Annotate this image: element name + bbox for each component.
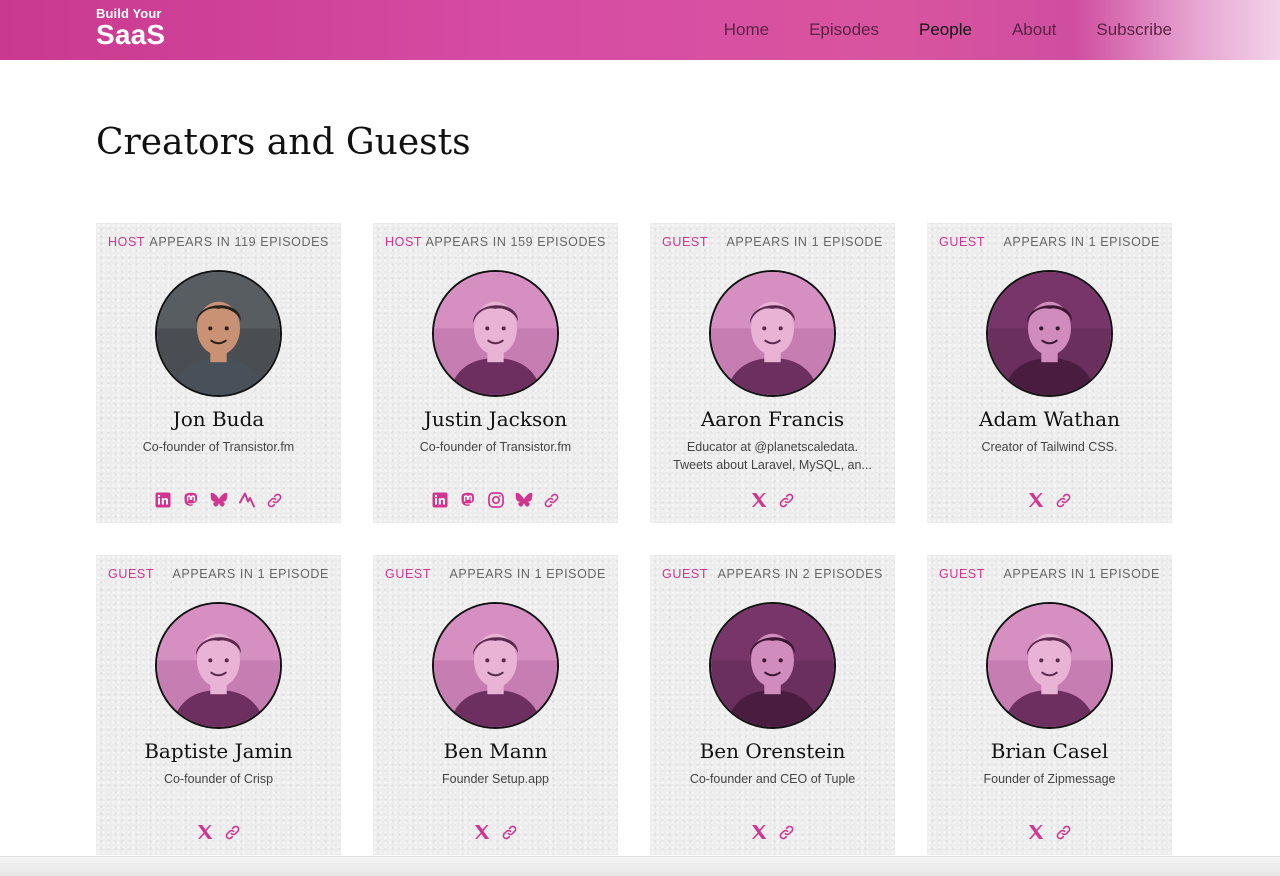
activity-icon[interactable]: [238, 491, 256, 509]
social-links: [96, 823, 341, 841]
person-card[interactable]: GUEST APPEARS IN 1 EPISODE Adam Wathan Crea…: [927, 223, 1172, 523]
x-icon[interactable]: [1027, 491, 1045, 509]
avatar[interactable]: [155, 602, 282, 729]
person-bio: Co-founder and CEO of Tuple: [689, 772, 856, 786]
person-card[interactable]: GUEST APPEARS IN 1 EPISODE Aaron Francis Ed…: [650, 223, 895, 523]
instagram-icon[interactable]: [487, 491, 505, 509]
card-meta: GUEST APPEARS IN 1 EPISODE: [939, 235, 1160, 249]
episode-count: APPEARS IN 1 EPISODE: [1003, 235, 1160, 249]
x-icon[interactable]: [196, 823, 214, 841]
avatar[interactable]: [432, 602, 559, 729]
nav-home[interactable]: Home: [724, 20, 769, 40]
main-nav: Home Episodes People About Subscribe: [724, 0, 1172, 60]
social-links: [96, 491, 341, 509]
person-bio: Co-founder of Crisp: [163, 772, 274, 786]
person-name[interactable]: Justin Jackson: [373, 407, 618, 431]
person-name[interactable]: Aaron Francis: [650, 407, 895, 431]
social-links: [373, 491, 618, 509]
role-badge: GUEST: [385, 567, 432, 581]
episode-count: APPEARS IN 1 EPISODE: [726, 235, 883, 249]
person-card[interactable]: GUEST APPEARS IN 2 EPISODES Ben Orenstein C…: [650, 555, 895, 855]
social-links: [650, 823, 895, 841]
social-links: [373, 823, 618, 841]
x-icon[interactable]: [750, 491, 768, 509]
person-bio: Educator at @planetscaledata. Tweets abo…: [673, 440, 872, 472]
site-logo[interactable]: Build Your SaaS: [96, 7, 165, 49]
person-name[interactable]: Brian Casel: [927, 739, 1172, 763]
person-card[interactable]: GUEST APPEARS IN 1 EPISODE Brian Casel Foun…: [927, 555, 1172, 855]
link-icon[interactable]: [1055, 491, 1073, 509]
person-name[interactable]: Adam Wathan: [927, 407, 1172, 431]
episode-count: APPEARS IN 119 EPISODES: [149, 235, 329, 249]
role-badge: GUEST: [939, 235, 986, 249]
nav-people[interactable]: People: [919, 20, 972, 40]
linkedin-icon[interactable]: [154, 491, 172, 509]
social-links: [927, 491, 1172, 509]
people-grid: HOST APPEARS IN 119 EPISODES Jon Buda Co-fo…: [96, 223, 1173, 855]
card-meta: HOST APPEARS IN 159 EPISODES: [385, 235, 606, 249]
person-bio: Co-founder of Transistor.fm: [419, 440, 572, 454]
person-name[interactable]: Ben Mann: [373, 739, 618, 763]
bluesky-icon[interactable]: [515, 491, 533, 509]
episode-count: APPEARS IN 2 EPISODES: [717, 567, 883, 581]
nav-episodes[interactable]: Episodes: [809, 20, 879, 40]
link-icon[interactable]: [266, 491, 284, 509]
link-icon[interactable]: [224, 823, 242, 841]
role-badge: GUEST: [662, 235, 709, 249]
social-links: [927, 823, 1172, 841]
x-icon[interactable]: [473, 823, 491, 841]
avatar[interactable]: [432, 270, 559, 397]
avatar[interactable]: [155, 270, 282, 397]
person-bio: Co-founder of Transistor.fm: [142, 440, 295, 454]
card-meta: GUEST APPEARS IN 1 EPISODE: [108, 567, 329, 581]
person-bio: Founder of Zipmessage: [983, 772, 1116, 786]
link-icon[interactable]: [778, 491, 796, 509]
nav-subscribe[interactable]: Subscribe: [1096, 20, 1172, 40]
social-links: [650, 491, 895, 509]
linkedin-icon[interactable]: [431, 491, 449, 509]
site-header: Build Your SaaS Home Episodes People Abo…: [0, 0, 1280, 60]
role-badge: HOST: [385, 235, 423, 249]
person-bio: Founder Setup.app: [441, 772, 550, 786]
avatar[interactable]: [986, 602, 1113, 729]
person-card[interactable]: GUEST APPEARS IN 1 EPISODE Ben Mann Founder…: [373, 555, 618, 855]
episode-count: APPEARS IN 1 EPISODE: [1003, 567, 1160, 581]
role-badge: GUEST: [662, 567, 709, 581]
role-badge: GUEST: [108, 567, 155, 581]
person-card[interactable]: HOST APPEARS IN 119 EPISODES Jon Buda Co-fo…: [96, 223, 341, 523]
link-icon[interactable]: [543, 491, 561, 509]
role-badge: HOST: [108, 235, 146, 249]
role-badge: GUEST: [939, 567, 986, 581]
link-icon[interactable]: [501, 823, 519, 841]
link-icon[interactable]: [1055, 823, 1073, 841]
avatar[interactable]: [709, 270, 836, 397]
person-name[interactable]: Jon Buda: [96, 407, 341, 431]
card-meta: GUEST APPEARS IN 2 EPISODES: [662, 567, 883, 581]
episode-count: APPEARS IN 1 EPISODE: [449, 567, 606, 581]
x-icon[interactable]: [750, 823, 768, 841]
person-name[interactable]: Baptiste Jamin: [96, 739, 341, 763]
avatar[interactable]: [986, 270, 1113, 397]
person-card[interactable]: GUEST APPEARS IN 1 EPISODE Baptiste Jamin C…: [96, 555, 341, 855]
episode-count: APPEARS IN 1 EPISODE: [172, 567, 329, 581]
person-name[interactable]: Ben Orenstein: [650, 739, 895, 763]
link-icon[interactable]: [778, 823, 796, 841]
page-title: Creators and Guests: [96, 122, 471, 163]
card-meta: GUEST APPEARS IN 1 EPISODE: [662, 235, 883, 249]
window-bottom-edge: [0, 856, 1280, 876]
mastodon-icon[interactable]: [182, 491, 200, 509]
card-meta: GUEST APPEARS IN 1 EPISODE: [385, 567, 606, 581]
x-icon[interactable]: [1027, 823, 1045, 841]
card-meta: HOST APPEARS IN 119 EPISODES: [108, 235, 329, 249]
person-card[interactable]: HOST APPEARS IN 159 EPISODES Justin Jackso…: [373, 223, 618, 523]
bluesky-icon[interactable]: [210, 491, 228, 509]
mastodon-icon[interactable]: [459, 491, 477, 509]
avatar[interactable]: [709, 602, 836, 729]
card-meta: GUEST APPEARS IN 1 EPISODE: [939, 567, 1160, 581]
person-bio: Creator of Tailwind CSS.: [981, 440, 1118, 454]
episode-count: APPEARS IN 159 EPISODES: [425, 235, 606, 249]
logo-line-2: SaaS: [96, 19, 166, 50]
nav-about[interactable]: About: [1012, 20, 1056, 40]
